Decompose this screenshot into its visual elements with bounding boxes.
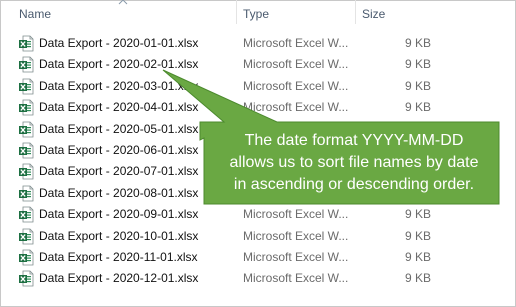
callout-line: allows us to sort file names by date (229, 154, 479, 171)
callout-line: The date format YYYY-MM-DD (244, 132, 464, 149)
callout-text: The date format YYYY-MM-DD allows us to … (204, 122, 504, 204)
callout-line: in ascending or descending order. (233, 176, 475, 193)
